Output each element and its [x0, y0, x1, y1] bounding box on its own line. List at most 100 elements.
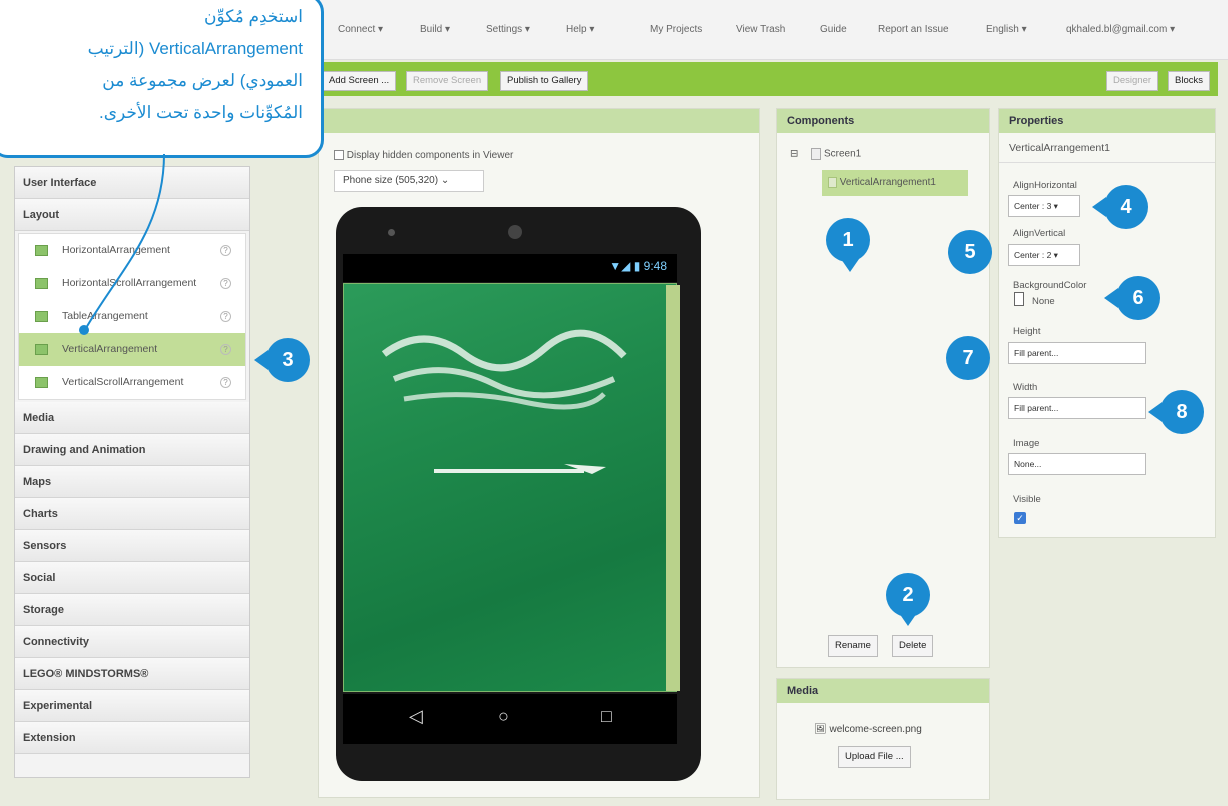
vertical-scroll-arrangement-icon: [35, 376, 48, 388]
palette-category-maps[interactable]: Maps: [15, 466, 249, 498]
wifi-signal-icon: ▼◢ ▮: [609, 259, 641, 273]
tree-child-label: VerticalArrangement1: [839, 177, 936, 188]
blocks-button[interactable]: Blocks: [1168, 71, 1210, 91]
callout-6: 6: [1116, 276, 1160, 320]
tree-vertical-arrangement1[interactable]: VerticalArrangement1: [822, 170, 968, 196]
width-label: Width: [1013, 382, 1038, 393]
menu-report-issue[interactable]: Report an Issue: [878, 24, 949, 35]
remove-screen-button[interactable]: Remove Screen: [406, 71, 489, 91]
note-line-3: العمودي) لعرض مجموعة من: [102, 71, 303, 90]
components-header: Components: [777, 109, 989, 133]
help-icon[interactable]: ?: [220, 245, 231, 256]
menu-view-trash[interactable]: View Trash: [736, 24, 785, 35]
width-field[interactable]: Fill parent...: [1008, 397, 1146, 419]
vertical-arrangement-icon: [35, 343, 48, 355]
tree-screen1[interactable]: ⊟ Screen1: [790, 148, 861, 160]
nav-bar: ◁ ○ □: [343, 694, 677, 744]
flag-icon: [381, 329, 627, 474]
palette-item-label: VerticalArrangement: [62, 343, 158, 355]
callout-pointer: [1092, 197, 1106, 217]
back-icon: ◁: [409, 706, 423, 726]
palette-category-lego[interactable]: LEGO® MINDSTORMS®: [15, 658, 249, 690]
palette-category-media[interactable]: Media: [15, 402, 249, 434]
menu-guide[interactable]: Guide: [820, 24, 847, 35]
menu-settings[interactable]: Settings ▾: [486, 24, 530, 35]
callout-2: 2: [886, 573, 930, 617]
display-hidden-label: Display hidden components in Viewer: [346, 150, 514, 161]
palette-category-social[interactable]: Social: [15, 562, 249, 594]
tree-screen1-label: Screen1: [823, 148, 862, 160]
callout-pointer: [1148, 402, 1162, 422]
add-screen-button[interactable]: Add Screen ...: [322, 71, 397, 91]
align-horizontal-label: AlignHorizontal: [1013, 180, 1077, 191]
palette-category-charts[interactable]: Charts: [15, 498, 249, 530]
image-field[interactable]: None...: [1008, 453, 1146, 475]
display-hidden-checkbox[interactable]: [334, 150, 344, 161]
visible-label: Visible: [1013, 494, 1041, 505]
designer-button[interactable]: Designer: [1106, 71, 1159, 91]
callout-5: 5: [948, 230, 992, 274]
display-hidden-option[interactable]: Display hidden components in Viewer: [334, 150, 513, 161]
phone-size-value: Phone size (505,320): [343, 175, 439, 186]
collapse-icon[interactable]: ⊟: [790, 149, 798, 160]
viewer-header: [319, 109, 759, 133]
upload-file-button[interactable]: Upload File ...: [838, 746, 911, 768]
background-color-value[interactable]: None: [1032, 296, 1055, 307]
visible-checkbox[interactable]: ✓: [1014, 512, 1026, 524]
home-icon: ○: [498, 706, 509, 726]
properties-header: Properties: [999, 109, 1215, 133]
note-line-4: المُكوِّنات واحدة تحت الأخرى.: [99, 103, 303, 122]
palette-item-vertical-scroll-arrangement[interactable]: VerticalScrollArrangement ?: [19, 366, 245, 399]
align-vertical-label: AlignVertical: [1013, 228, 1066, 239]
palette-item-label: VerticalScrollArrangement: [62, 376, 184, 388]
note-connector: [79, 153, 165, 335]
help-icon[interactable]: ?: [220, 344, 231, 355]
phone-size-select[interactable]: Phone size (505,320) ⌄: [334, 170, 484, 192]
height-label: Height: [1013, 326, 1041, 337]
chevron-down-icon: ⌄: [440, 175, 450, 186]
palette-category-drawing[interactable]: Drawing and Animation: [15, 434, 249, 466]
callout-3: 3: [266, 338, 310, 382]
help-icon[interactable]: ?: [220, 377, 231, 388]
align-horizontal-select[interactable]: Center : 3 ▾: [1008, 195, 1080, 217]
callout-7: 7: [946, 336, 990, 380]
image-label: Image: [1013, 438, 1040, 449]
palette-category-experimental[interactable]: Experimental: [15, 690, 249, 722]
height-field[interactable]: Fill parent...: [1008, 342, 1146, 364]
image-file-icon: 🖼: [814, 724, 827, 735]
horizontal-arrangement-icon: [35, 244, 48, 256]
recents-icon: □: [601, 706, 612, 726]
rename-button[interactable]: Rename: [828, 635, 878, 657]
menu-account[interactable]: qkhaled.bl@gmail.com ▾: [1066, 24, 1175, 35]
align-vertical-select[interactable]: Center : 2 ▾: [1008, 244, 1080, 266]
menu-connect[interactable]: Connect ▾: [338, 24, 383, 35]
palette-category-extension[interactable]: Extension: [15, 722, 249, 754]
note-line-1: استخدِم مُكوِّن: [203, 7, 303, 26]
menu-build[interactable]: Build ▾: [420, 24, 450, 35]
media-file-item[interactable]: 🖼 welcome-screen.png: [814, 724, 922, 735]
callout-1: 1: [826, 218, 870, 262]
color-swatch-icon[interactable]: [1014, 292, 1024, 306]
help-icon[interactable]: ?: [220, 311, 231, 322]
table-arrangement-icon: [35, 310, 48, 322]
help-icon[interactable]: ?: [220, 278, 231, 289]
menu-language[interactable]: English ▾: [986, 24, 1027, 35]
explanation-note: استخدِم مُكوِّن VerticalArrangement (الت…: [0, 0, 324, 158]
media-header: Media: [777, 679, 989, 703]
screen-icon: [811, 148, 822, 160]
horizontal-scroll-arrangement-icon: [35, 277, 48, 289]
callout-pointer: [254, 350, 268, 370]
status-time: ▼◢ ▮ 9:48: [609, 259, 667, 273]
selected-component-name: VerticalArrangement1: [999, 133, 1215, 163]
palette-category-connectivity[interactable]: Connectivity: [15, 626, 249, 658]
palette-category-sensors[interactable]: Sensors: [15, 530, 249, 562]
callout-pointer: [841, 259, 859, 272]
palette-category-storage[interactable]: Storage: [15, 594, 249, 626]
callout-pointer: [899, 613, 917, 626]
menu-my-projects[interactable]: My Projects: [650, 24, 702, 35]
menu-help[interactable]: Help ▾: [566, 24, 594, 35]
media-file-name: welcome-screen.png: [829, 724, 922, 735]
publish-gallery-button[interactable]: Publish to Gallery: [500, 71, 589, 91]
delete-button[interactable]: Delete: [892, 635, 934, 657]
callout-4: 4: [1104, 185, 1148, 229]
